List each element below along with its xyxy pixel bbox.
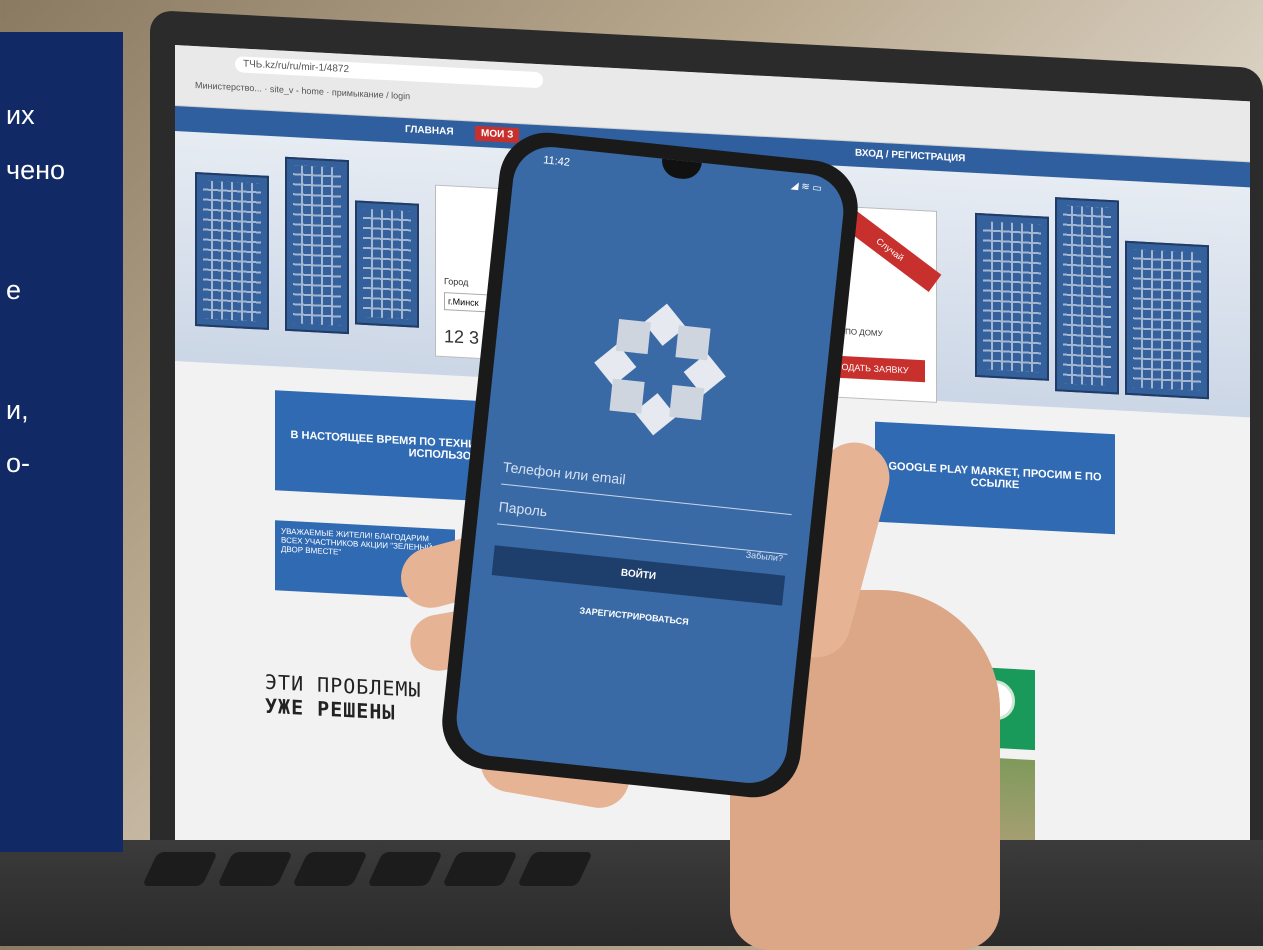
keyboard-key xyxy=(142,852,218,886)
building-illustration xyxy=(355,200,419,328)
bookmarks-bar[interactable]: Министерство... · site_v - home · примык… xyxy=(195,80,410,101)
keyboard-key xyxy=(292,852,368,886)
photo-scene: ТЧЬ.kz/ru/ru/mir-1/4872 Министерство... … xyxy=(0,0,1263,950)
text-overlay-panel: их чено е и, о- xyxy=(0,32,123,852)
nav-home[interactable]: ГЛАВНАЯ xyxy=(405,124,454,138)
building-illustration xyxy=(285,156,349,335)
overlay-line: и, xyxy=(6,395,29,425)
overlay-line: чено xyxy=(6,155,66,185)
solved-problems-heading: ЭТИ ПРОБЛЕМЫ УЖЕ РЕШЕНЫ xyxy=(265,670,422,726)
building-illustration xyxy=(195,172,269,330)
phone-screen: 11:42 ◢ ≋ ▭ Телефон или email Пароль Заб… xyxy=(452,143,848,787)
keyboard-key xyxy=(217,852,293,886)
address-bar[interactable]: ТЧЬ.kz/ru/ru/mir-1/4872 xyxy=(235,56,543,89)
city-label: Город xyxy=(444,276,469,288)
building-illustration xyxy=(1055,197,1119,395)
status-time: 11:42 xyxy=(542,154,571,169)
building-illustration xyxy=(1125,240,1209,400)
status-icons: ◢ ≋ ▭ xyxy=(790,180,823,195)
nav-my-requests[interactable]: МОИ З xyxy=(475,125,520,144)
request-count: 12 3 xyxy=(444,326,480,348)
overlay-line: о- xyxy=(6,448,31,478)
overlay-line: их xyxy=(6,100,35,130)
building-illustration xyxy=(975,212,1049,381)
app-logo-icon xyxy=(594,303,726,436)
phone-notch xyxy=(660,158,702,181)
smartphone: 11:42 ◢ ≋ ▭ Телефон или email Пароль Заб… xyxy=(437,127,863,803)
nav-login[interactable]: ВХОД / РЕГИСТРАЦИЯ xyxy=(855,148,965,165)
overlay-line: е xyxy=(6,275,22,305)
